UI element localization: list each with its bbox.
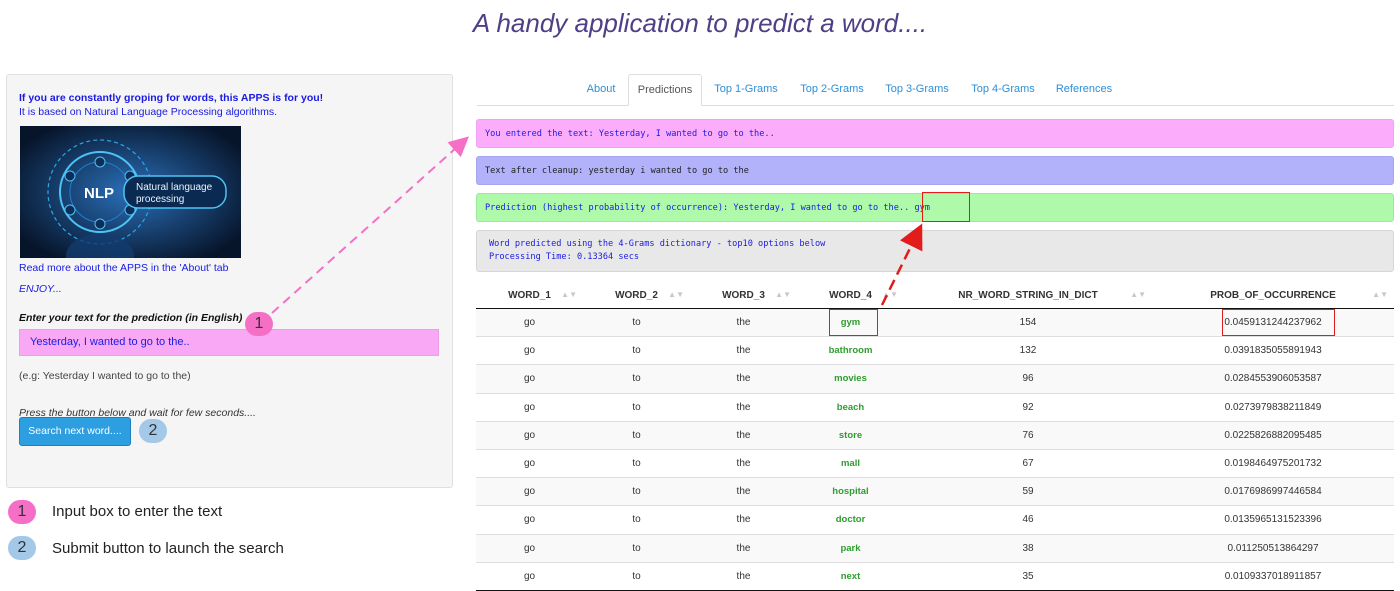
annotation-arrows: [271, 136, 923, 314]
table-to-prediction-arrow: [880, 223, 923, 306]
input-to-message-arrow: [271, 136, 469, 314]
